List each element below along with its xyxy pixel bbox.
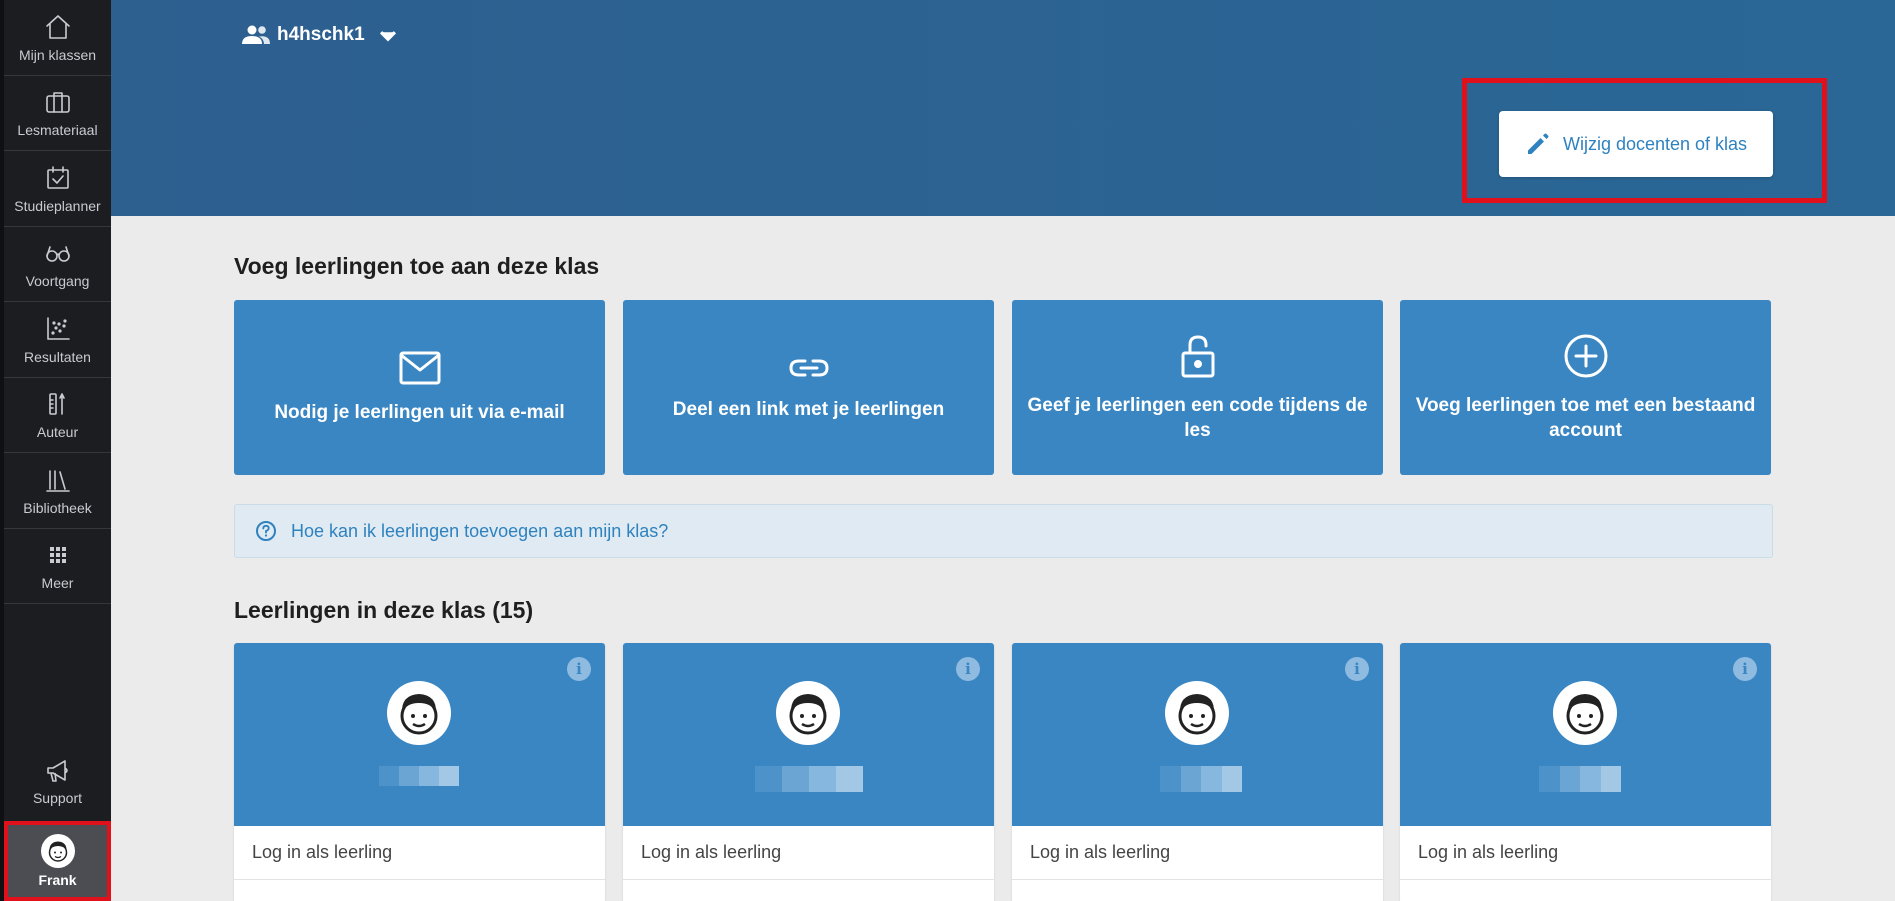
calendar-check-icon: [46, 165, 69, 189]
sidebar-item-support[interactable]: Support: [4, 741, 111, 821]
student-face-icon: [789, 694, 827, 735]
mail-icon: [399, 351, 440, 385]
group-icon: [242, 25, 270, 44]
class-code-card[interactable]: Geef je leerlingen een code tijdens de l…: [1012, 300, 1383, 475]
student-face-icon: [1178, 694, 1216, 735]
login-as-student-button[interactable]: Log in als leerling: [623, 826, 994, 880]
avatar: [387, 681, 451, 745]
login-as-student-button[interactable]: Log in als leerling: [1400, 826, 1771, 880]
link-icon: [789, 359, 828, 377]
user-menu[interactable]: Frank: [4, 821, 111, 901]
student-card: i Log in als leerling: [623, 643, 994, 901]
class-selector[interactable]: h4hschk1: [241, 24, 409, 46]
sidebar-item-mijn-klassen[interactable]: Mijn klassen: [4, 0, 111, 76]
class-name: h4hschk1: [277, 24, 365, 45]
scatter-chart-icon: [46, 316, 70, 340]
action-card-label: Geef je leerlingen een code tijdens de l…: [1027, 394, 1368, 441]
pencil-icon: [1527, 133, 1549, 154]
edit-button-label: Wijzig docenten of klas: [1562, 133, 1748, 154]
info-icon[interactable]: i: [956, 657, 980, 681]
action-card-label: Voeg leerlingen toe met een bestaand acc…: [1415, 394, 1756, 441]
student-card-header: i: [623, 643, 994, 826]
help-link-text: Hoe kan ik leerlingen toevoegen aan mijn…: [291, 520, 669, 541]
edit-teachers-or-class-button[interactable]: Wijzig docenten of klas: [1499, 111, 1773, 177]
glasses-icon: [45, 246, 70, 263]
avatar: [776, 681, 840, 745]
briefcase-icon: [45, 92, 70, 114]
home-icon: [45, 14, 70, 39]
student-card: i Log in als leerling: [1400, 643, 1771, 901]
sidebar-item-lesmateriaal[interactable]: Lesmateriaal: [4, 76, 111, 151]
login-as-student-button[interactable]: Log in als leerling: [1012, 826, 1383, 880]
student-face-icon: [48, 841, 67, 862]
invite-by-email-card[interactable]: Nodig je leerlingen uit via e-mail: [234, 300, 605, 475]
library-icon: [45, 469, 70, 492]
megaphone-icon: [46, 760, 68, 782]
author-tools-icon: [48, 393, 65, 416]
action-card-label: Nodig je leerlingen uit via e-mail: [274, 402, 565, 423]
question-circle-icon: [256, 521, 276, 541]
sidebar-item-label: Bibliotheek: [23, 499, 92, 516]
info-icon[interactable]: i: [1345, 657, 1369, 681]
sidebar-item-label: Support: [32, 790, 83, 806]
sidebar-item-studieplanner[interactable]: Studieplanner: [4, 151, 111, 227]
sidebar-item-label: Mijn klassen: [18, 46, 97, 63]
student-card-header: i: [234, 643, 605, 826]
blurred-student-name: [1539, 766, 1621, 792]
sidebar-item-label: Studieplanner: [14, 197, 101, 214]
sidebar-item-label: Lesmateriaal: [17, 122, 98, 139]
share-link-card[interactable]: Deel een link met je leerlingen: [623, 300, 994, 475]
sidebar-item-voortgang[interactable]: Voortgang: [4, 227, 111, 302]
sidebar: Mijn klassen Lesmateriaal Studieplanner …: [0, 0, 111, 901]
existing-account-card[interactable]: Voeg leerlingen toe met een bestaand acc…: [1400, 300, 1771, 475]
sidebar-item-resultaten[interactable]: Resultaten: [4, 302, 111, 378]
sidebar-bottom: Support Frank: [4, 741, 111, 901]
sidebar-item-bibliotheek[interactable]: Bibliotheek: [4, 453, 111, 529]
add-students-title: Voeg leerlingen toe aan deze klas: [234, 253, 600, 279]
student-face-icon: [1566, 694, 1604, 735]
action-card-label: Deel een link met je leerlingen: [672, 399, 945, 420]
blurred-student-name: [1160, 766, 1242, 792]
blurred-student-name: [755, 766, 863, 792]
login-as-student-button[interactable]: Log in als leerling: [234, 826, 605, 880]
chevron-down-icon: [379, 31, 396, 42]
student-card: i Log in als leerling: [234, 643, 605, 901]
grid-icon: [49, 547, 66, 564]
blurred-student-name: [379, 766, 459, 786]
student-card-header: i: [1400, 643, 1771, 826]
sidebar-item-label: Auteur: [36, 424, 79, 441]
help-link-banner[interactable]: Hoe kan ik leerlingen toevoegen aan mijn…: [234, 504, 1773, 558]
info-icon[interactable]: i: [1733, 657, 1757, 681]
sidebar-item-auteur[interactable]: Auteur: [4, 378, 111, 453]
plus-circle-icon: [1564, 334, 1607, 377]
sidebar-item-label: Resultaten: [24, 348, 91, 365]
student-face-icon: [400, 694, 438, 735]
user-name: Frank: [38, 872, 77, 888]
sidebar-item-label: Voortgang: [25, 273, 90, 290]
sidebar-item-meer[interactable]: Meer: [4, 529, 111, 604]
avatar: [1553, 681, 1617, 745]
student-card: i Log in als leerling: [1012, 643, 1383, 901]
unlock-icon: [1181, 335, 1214, 377]
info-icon[interactable]: i: [567, 657, 591, 681]
sidebar-item-label: Meer: [41, 575, 74, 592]
student-card-header: i: [1012, 643, 1383, 826]
avatar: [1165, 681, 1229, 745]
students-title: Leerlingen in deze klas (15): [234, 597, 534, 623]
avatar: [40, 834, 75, 868]
